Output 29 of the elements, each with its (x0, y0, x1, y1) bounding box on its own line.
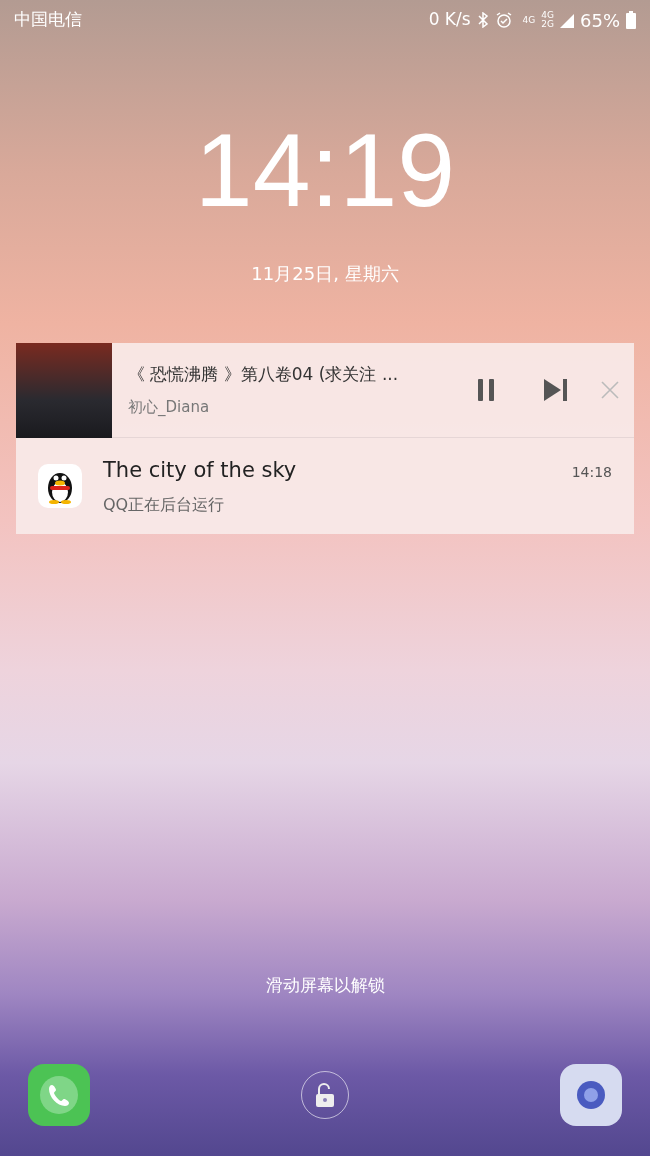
camera-shortcut-button[interactable] (560, 1064, 622, 1126)
battery-icon (626, 11, 636, 29)
network-type-label: 4G (522, 15, 536, 25)
phone-icon (39, 1075, 79, 1115)
network-type-label: 4G (541, 11, 554, 20)
clock-time: 14:19 (194, 118, 456, 222)
unlock-hint: 滑动屏幕以解锁 (265, 973, 385, 997)
carrier-name: 中国电信 (14, 8, 82, 32)
media-notification-card[interactable]: 《 恐慌沸腾 》第八卷04 (求关注 ... 初心_Diana (16, 343, 634, 438)
open-padlock-icon (314, 1083, 336, 1107)
network-speed: 0 K/s (428, 8, 471, 32)
skip-next-icon (544, 379, 568, 401)
notification-text: QQ正在后台运行 (103, 493, 226, 516)
date-text: 11月25日, 星期六 (251, 262, 399, 286)
close-icon (601, 381, 619, 399)
track-artist: 初心_Diana (128, 396, 211, 418)
penguin-app-icon (38, 464, 82, 508)
phone-shortcut-button[interactable] (28, 1064, 90, 1126)
bluetooth-icon (476, 12, 489, 28)
notification-card[interactable]: The city of the sky QQ正在后台运行 14:18 (16, 438, 634, 534)
signal-icon (560, 12, 574, 28)
camera-icon (574, 1078, 608, 1112)
alarm-icon (494, 11, 513, 29)
track-title: 《 恐慌沸腾 》第八卷04 (求关注 ... (128, 363, 400, 386)
notification-title: The city of the sky (103, 457, 298, 485)
pause-icon (477, 379, 495, 401)
network-type-label: 2G (541, 20, 554, 29)
battery-percentage: 65% (580, 8, 620, 33)
notification-time: 14:18 (571, 463, 612, 482)
